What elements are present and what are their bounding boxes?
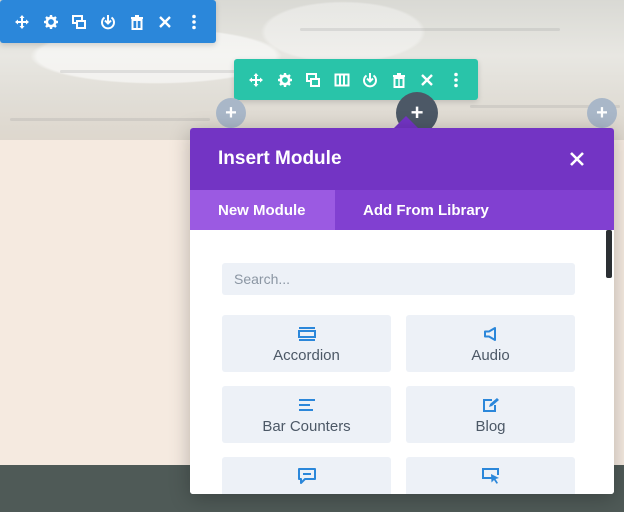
modal-body: Accordion Audio Bar Counters [190, 230, 614, 494]
save-icon[interactable] [94, 7, 123, 37]
module-blog[interactable]: Blog [406, 386, 575, 443]
modal-header: Insert Module [190, 128, 614, 190]
close-icon[interactable] [566, 148, 588, 170]
add-column-left-button[interactable]: + [216, 98, 246, 128]
insert-module-modal: Insert Module New Module Add From Librar… [190, 128, 614, 494]
module-blurb[interactable] [222, 457, 391, 494]
tab-add-from-library[interactable]: Add From Library [335, 190, 517, 230]
modal-tabs: New Module Add From Library [190, 190, 614, 230]
module-label: Audio [471, 347, 510, 364]
module-toolbar [234, 59, 478, 100]
module-label: Accordion [273, 347, 340, 364]
move-icon[interactable] [8, 7, 37, 37]
blog-icon [482, 396, 500, 414]
trash-icon[interactable] [385, 65, 414, 95]
search-input[interactable] [222, 263, 575, 295]
gear-icon[interactable] [37, 7, 66, 37]
module-button[interactable] [406, 457, 575, 494]
accordion-icon [297, 325, 316, 343]
duplicate-icon[interactable] [299, 65, 328, 95]
modal-title: Insert Module [218, 148, 342, 169]
module-bar-counters[interactable]: Bar Counters [222, 386, 391, 443]
columns-icon[interactable] [328, 65, 357, 95]
gear-icon[interactable] [271, 65, 300, 95]
module-label: Blog [475, 418, 506, 435]
scrollbar-thumb[interactable] [606, 230, 612, 278]
bar-counters-icon [298, 396, 316, 414]
module-label: Bar Counters [262, 418, 351, 435]
module-audio[interactable]: Audio [406, 315, 575, 372]
blurb-icon [297, 467, 316, 485]
more-icon[interactable] [179, 7, 208, 37]
audio-icon [483, 325, 499, 343]
trash-icon[interactable] [122, 7, 151, 37]
close-icon[interactable] [151, 7, 180, 37]
more-icon[interactable] [442, 65, 471, 95]
wood-grain [300, 28, 560, 31]
add-column-right-button[interactable]: + [587, 98, 617, 128]
row-toolbar [0, 0, 216, 43]
move-icon[interactable] [242, 65, 271, 95]
close-icon[interactable] [413, 65, 442, 95]
save-icon[interactable] [356, 65, 385, 95]
duplicate-icon[interactable] [65, 7, 94, 37]
button-icon [481, 467, 500, 485]
module-accordion[interactable]: Accordion [222, 315, 391, 372]
tab-new-module[interactable]: New Module [190, 190, 335, 230]
wood-grain [10, 118, 210, 121]
